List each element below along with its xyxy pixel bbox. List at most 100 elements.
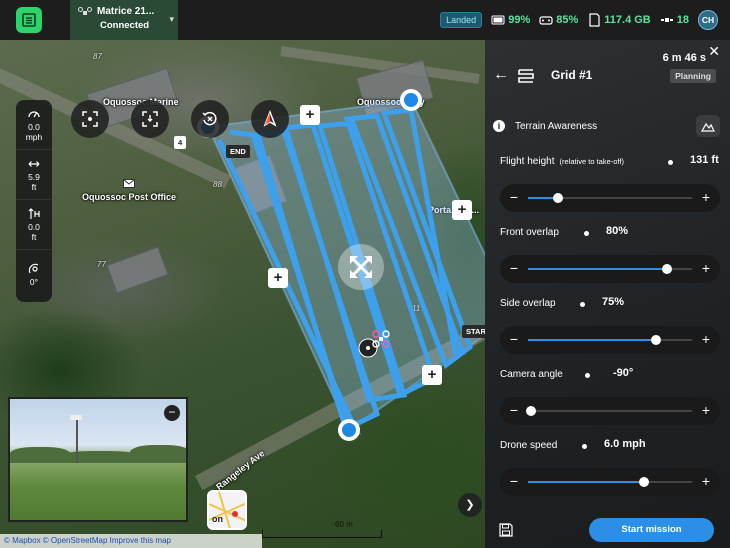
drone-speed-slider[interactable]: − + xyxy=(500,468,720,496)
mission-duration: 6 m 46 s xyxy=(662,52,706,64)
decrease-button[interactable]: − xyxy=(500,184,528,212)
slider-thumb[interactable] xyxy=(639,477,650,487)
terrain-awareness-label: Terrain Awareness xyxy=(515,120,598,132)
gimbal-angle-icon xyxy=(28,263,39,274)
distance-readout: 5.9 ft xyxy=(16,150,52,200)
side-overlap-slider[interactable]: − + xyxy=(500,326,720,354)
drone-battery: 99% xyxy=(491,13,530,27)
compass-button[interactable] xyxy=(251,100,289,138)
grid-mission-icon xyxy=(518,69,534,83)
flight-state-badge: Landed xyxy=(440,12,483,28)
panel-footer: Start mission xyxy=(485,514,730,548)
separator-dot xyxy=(582,444,587,449)
mission-name[interactable]: Grid #1 xyxy=(551,68,592,82)
separator-dot xyxy=(668,160,673,165)
map-attribution[interactable]: © Mapbox © OpenStreetMap Improve this ma… xyxy=(0,534,262,548)
setting-camera-angle: Camera angle -90° − + xyxy=(485,359,730,430)
front-overlap-slider[interactable]: − + xyxy=(500,255,720,283)
decrease-button[interactable]: − xyxy=(500,468,528,496)
horizontal-distance-icon xyxy=(28,160,40,167)
close-icon[interactable]: ✕ xyxy=(708,43,720,60)
back-arrow-icon[interactable]: ← xyxy=(493,66,509,84)
decrease-button[interactable]: − xyxy=(500,255,528,283)
separator-dot xyxy=(585,373,590,378)
terrain-awareness-toggle[interactable] xyxy=(696,115,720,137)
pip-light-head xyxy=(70,415,82,420)
camera-feed-preview[interactable]: − xyxy=(8,397,188,522)
drone-location-icon xyxy=(358,330,390,358)
increase-button[interactable]: + xyxy=(692,397,720,425)
add-vertex-button[interactable]: + xyxy=(422,365,442,385)
satellites: 18 xyxy=(660,13,689,27)
setting-value: 6.0 mph xyxy=(604,438,646,450)
status-badge: Planning xyxy=(670,69,716,83)
settings-list: Flight height (relative to take-off) 131 … xyxy=(485,146,730,501)
panel-header: ← Grid #1 ✕ 6 m 46 s Planning xyxy=(485,40,730,106)
map-badge: 4 xyxy=(174,136,187,149)
drone-selector[interactable]: Matrice 21... Connected ▾ xyxy=(70,0,178,40)
user-avatar[interactable]: CH xyxy=(698,10,718,30)
controller-icon xyxy=(539,16,553,25)
slider-thumb[interactable] xyxy=(650,335,661,345)
save-icon[interactable] xyxy=(499,523,513,537)
clear-path-button[interactable] xyxy=(191,100,229,138)
drone-icon xyxy=(78,6,92,15)
center-on-drone-button[interactable] xyxy=(71,100,109,138)
expand-panel-button[interactable]: ❯ xyxy=(458,493,482,517)
terrain-awareness-row: i Terrain Awareness xyxy=(485,106,730,146)
drone-battery-icon xyxy=(491,15,505,25)
map-style-button[interactable]: on xyxy=(207,490,247,530)
add-vertex-button[interactable]: + xyxy=(452,200,472,220)
slider-thumb[interactable] xyxy=(526,406,537,416)
top-bar: Matrice 21... Connected ▾ Landed 99% 85%… xyxy=(0,0,730,40)
info-icon[interactable]: i xyxy=(493,120,505,132)
setting-drone-speed: Drone speed 6.0 mph − + xyxy=(485,430,730,501)
center-on-user-button[interactable] xyxy=(131,100,169,138)
decrease-button[interactable]: − xyxy=(500,326,528,354)
start-mission-button[interactable]: Start mission xyxy=(589,518,714,542)
connection-status: Connected xyxy=(100,20,150,31)
height-icon xyxy=(28,207,40,219)
increase-button[interactable]: + xyxy=(692,184,720,212)
add-vertex-button[interactable]: + xyxy=(300,105,320,125)
slider-thumb[interactable] xyxy=(552,193,563,203)
increase-button[interactable]: + xyxy=(692,468,720,496)
heading-readout: 0° xyxy=(16,250,52,300)
move-polygon-handle[interactable] xyxy=(338,244,384,290)
flight-height-slider[interactable]: − + xyxy=(500,184,720,212)
path-start-tag: START xyxy=(462,325,485,338)
focus-drone-icon xyxy=(82,111,98,127)
chevron-right-icon: ❯ xyxy=(465,499,475,511)
setting-value: -90° xyxy=(613,367,634,379)
app-menu-icon[interactable] xyxy=(16,7,42,33)
separator-dot xyxy=(584,231,589,236)
chevron-down-icon: ▾ xyxy=(169,14,174,24)
mission-settings-panel: ← Grid #1 ✕ 6 m 46 s Planning i Terrain … xyxy=(485,40,730,548)
pip-treeline xyxy=(60,451,140,463)
setting-front-overlap: Front overlap 80% − + xyxy=(485,217,730,288)
sd-card-icon xyxy=(589,13,600,27)
setting-value: 131 ft xyxy=(690,154,719,166)
street-map-icon xyxy=(209,492,245,528)
focus-user-icon xyxy=(142,111,158,127)
slider-thumb[interactable] xyxy=(662,264,673,274)
setting-value: 75% xyxy=(602,296,625,308)
polygon-vertex-handle[interactable] xyxy=(338,419,360,441)
path-end-tag: END xyxy=(226,145,250,158)
map-view[interactable]: Oquossoc Marine Oquossoc ...ery Oquossoc… xyxy=(0,40,485,548)
decrease-button[interactable]: − xyxy=(500,397,528,425)
increase-button[interactable]: + xyxy=(692,255,720,283)
setting-flight-height: Flight height (relative to take-off) 131 … xyxy=(485,146,730,217)
add-vertex-button[interactable]: + xyxy=(268,268,288,288)
increase-button[interactable]: + xyxy=(692,326,720,354)
map-scale-label: 60 m xyxy=(335,520,353,529)
camera-angle-slider[interactable]: − + xyxy=(500,397,720,425)
separator-dot xyxy=(580,302,585,307)
map-scale-bar xyxy=(262,530,382,538)
telemetry-panel: 0.0 mph 5.9 ft 0.0 ft 0° xyxy=(16,100,52,302)
close-preview-button[interactable]: − xyxy=(164,405,180,421)
polygon-vertex-handle[interactable] xyxy=(400,89,422,111)
speed-readout: 0.0 mph xyxy=(16,100,52,150)
satellite-icon xyxy=(660,18,673,22)
status-bar: Landed 99% 85% 117.4 GB 18 CH xyxy=(440,10,718,30)
